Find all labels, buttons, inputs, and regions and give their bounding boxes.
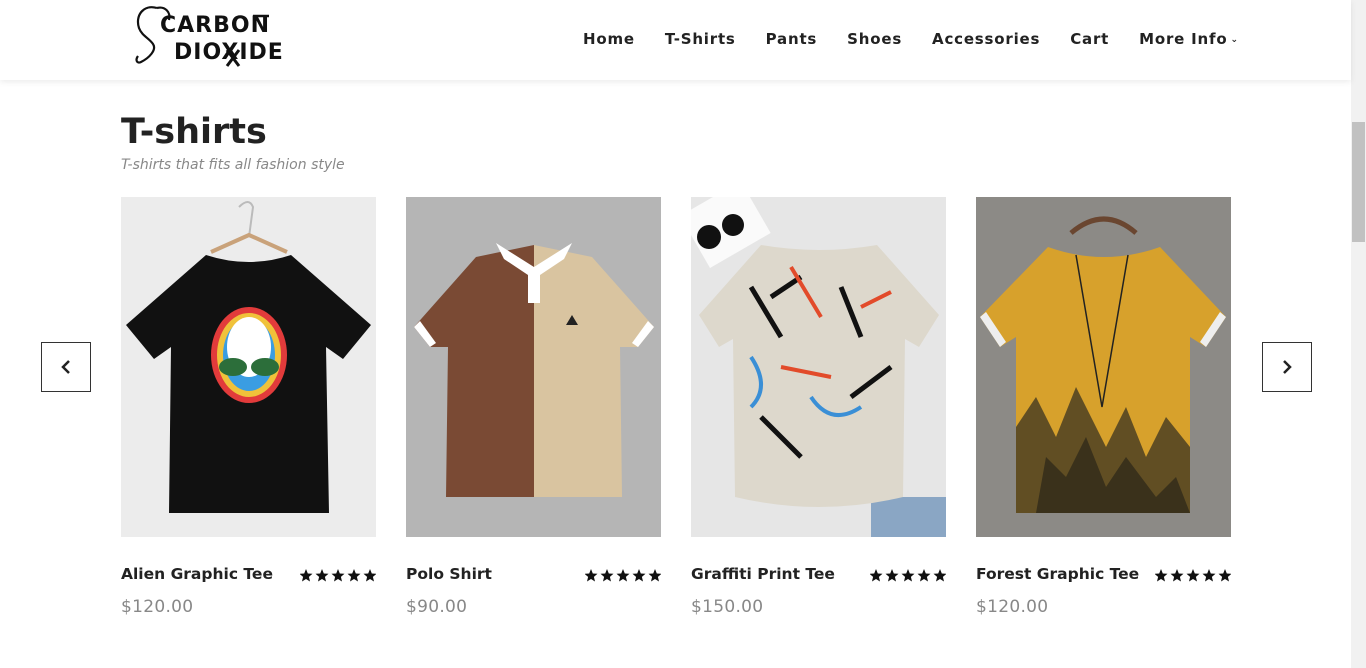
scrollbar-thumb[interactable] bbox=[1352, 122, 1365, 242]
logo[interactable]: CARBON DIOXIDE bbox=[135, 2, 290, 70]
graffiti-tee-image bbox=[691, 197, 946, 537]
section-subtitle: T-shirts that fits all fashion style bbox=[121, 157, 345, 173]
rating-stars bbox=[1155, 569, 1231, 582]
nav-shoes[interactable]: Shoes bbox=[847, 30, 902, 48]
product-card[interactable]: Forest Graphic Tee $120.00 bbox=[976, 197, 1231, 627]
nav-pants[interactable]: Pants bbox=[766, 30, 818, 48]
nav-more-info-label: More Info bbox=[1139, 30, 1228, 48]
star-icon bbox=[1155, 569, 1231, 582]
product-price: $90.00 bbox=[406, 597, 468, 617]
product-price: $120.00 bbox=[121, 597, 194, 617]
star-icon bbox=[585, 569, 661, 582]
nav-tshirts[interactable]: T-Shirts bbox=[665, 30, 736, 48]
product-image[interactable] bbox=[406, 197, 661, 537]
main-nav: Home T-Shirts Pants Shoes Accessories Ca… bbox=[583, 30, 1269, 48]
carousel-next-button[interactable] bbox=[1262, 342, 1312, 392]
nav-cart[interactable]: Cart bbox=[1070, 30, 1109, 48]
site-header: CARBON DIOXIDE Home T-Shirts Pants Shoes… bbox=[0, 0, 1351, 80]
product-image[interactable] bbox=[976, 197, 1231, 537]
product-image[interactable] bbox=[121, 197, 376, 537]
forest-tee-image bbox=[980, 216, 1226, 513]
carousel-prev-button[interactable] bbox=[41, 342, 91, 392]
page-scrollbar[interactable] bbox=[1351, 0, 1366, 668]
nav-accessories[interactable]: Accessories bbox=[932, 30, 1040, 48]
rating-stars bbox=[870, 569, 946, 582]
product-card[interactable]: Graffiti Print Tee $150.00 bbox=[691, 197, 946, 627]
product-name[interactable]: Polo Shirt bbox=[406, 565, 492, 583]
product-price: $150.00 bbox=[691, 597, 764, 617]
rating-stars bbox=[300, 569, 376, 582]
product-name[interactable]: Alien Graphic Tee bbox=[121, 565, 273, 583]
chevron-right-icon bbox=[1283, 360, 1292, 374]
star-icon bbox=[870, 569, 946, 582]
product-card[interactable]: Polo Shirt $90.00 bbox=[406, 197, 661, 627]
logo-line-1: CARBON bbox=[160, 13, 270, 38]
star-icon bbox=[300, 569, 376, 582]
product-price: $120.00 bbox=[976, 597, 1049, 617]
product-name[interactable]: Forest Graphic Tee bbox=[976, 565, 1139, 583]
chevron-down-icon: ⌄ bbox=[1230, 35, 1239, 45]
product-image[interactable] bbox=[691, 197, 946, 537]
tshirt-image bbox=[126, 201, 371, 513]
product-name[interactable]: Graffiti Print Tee bbox=[691, 565, 835, 583]
polo-image bbox=[414, 243, 654, 497]
nav-more-info[interactable]: More Info ⌄ bbox=[1139, 30, 1239, 48]
nav-home[interactable]: Home bbox=[583, 30, 635, 48]
rating-stars bbox=[585, 569, 661, 582]
section-title: T-shirts bbox=[121, 112, 267, 152]
chevron-left-icon bbox=[61, 360, 70, 374]
product-card[interactable]: Alien Graphic Tee $120.00 bbox=[121, 197, 376, 627]
logo-line-2: DIOXIDE bbox=[174, 40, 284, 65]
